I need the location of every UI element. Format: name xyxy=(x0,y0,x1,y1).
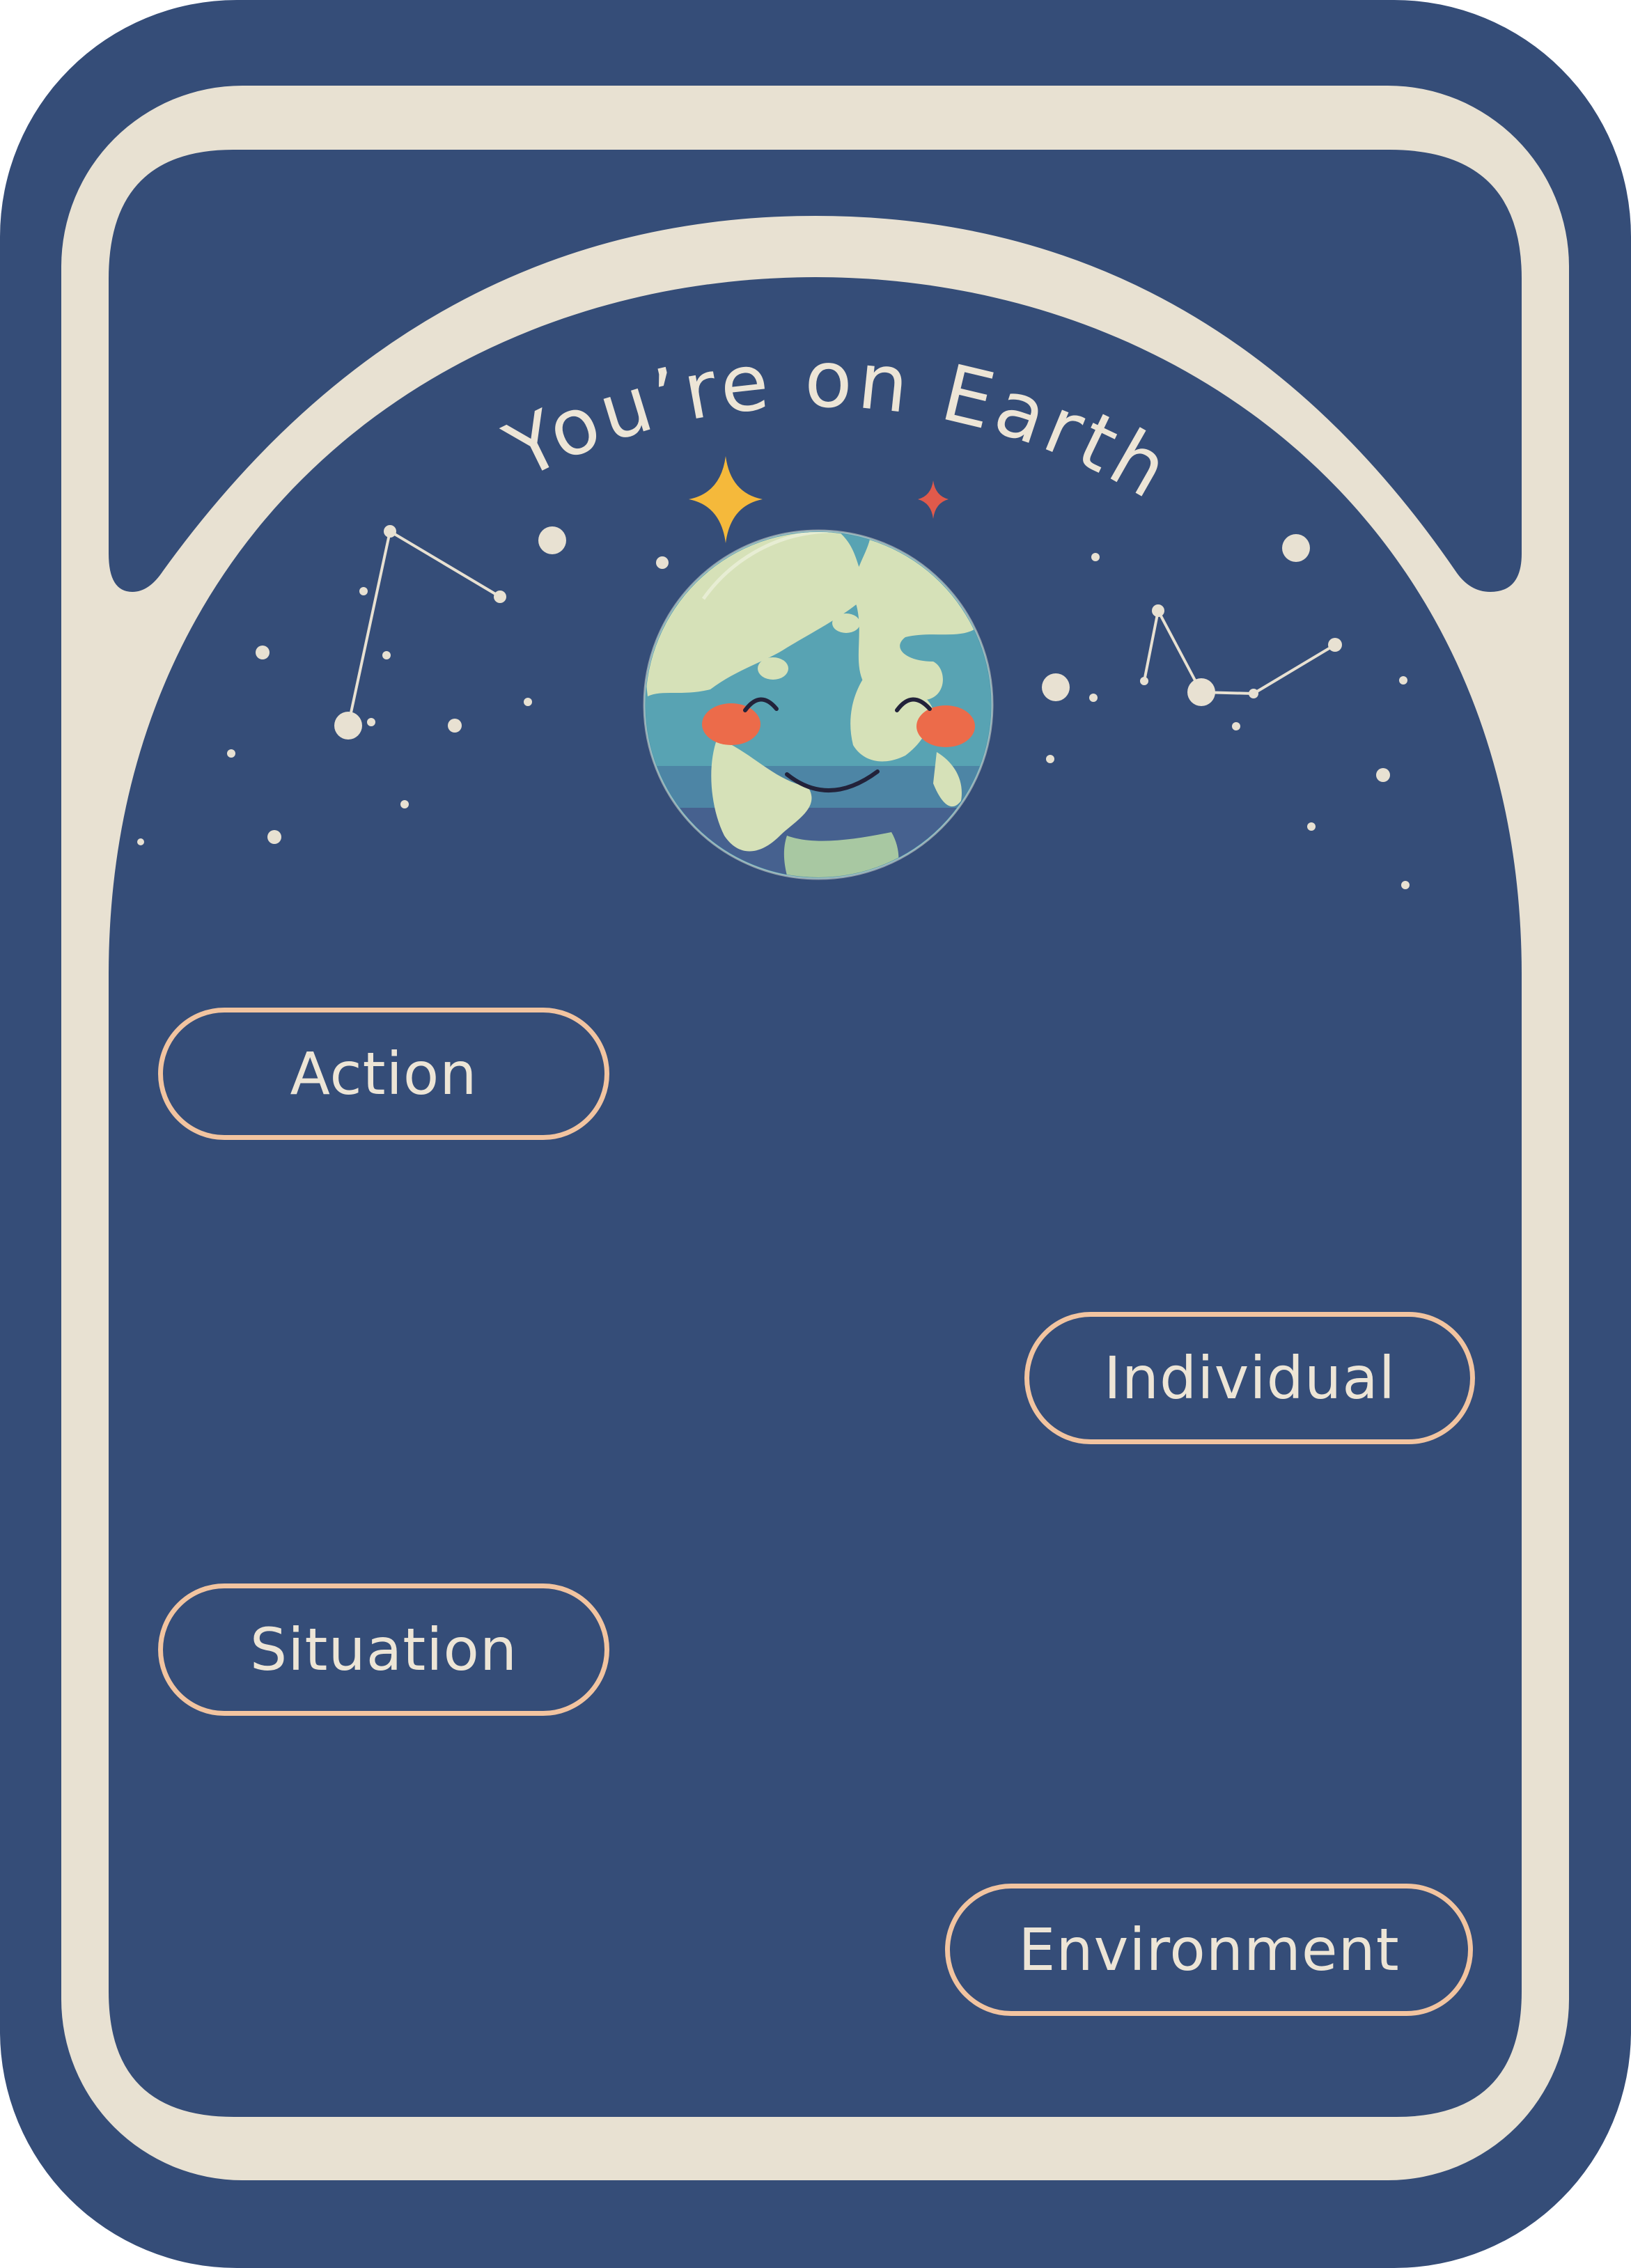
situation-button[interactable]: Situation xyxy=(158,1583,609,1716)
environment-button[interactable]: Environment xyxy=(945,1884,1473,2016)
individual-button[interactable]: Individual xyxy=(1024,1312,1475,1444)
action-button[interactable]: Action xyxy=(158,1008,609,1140)
